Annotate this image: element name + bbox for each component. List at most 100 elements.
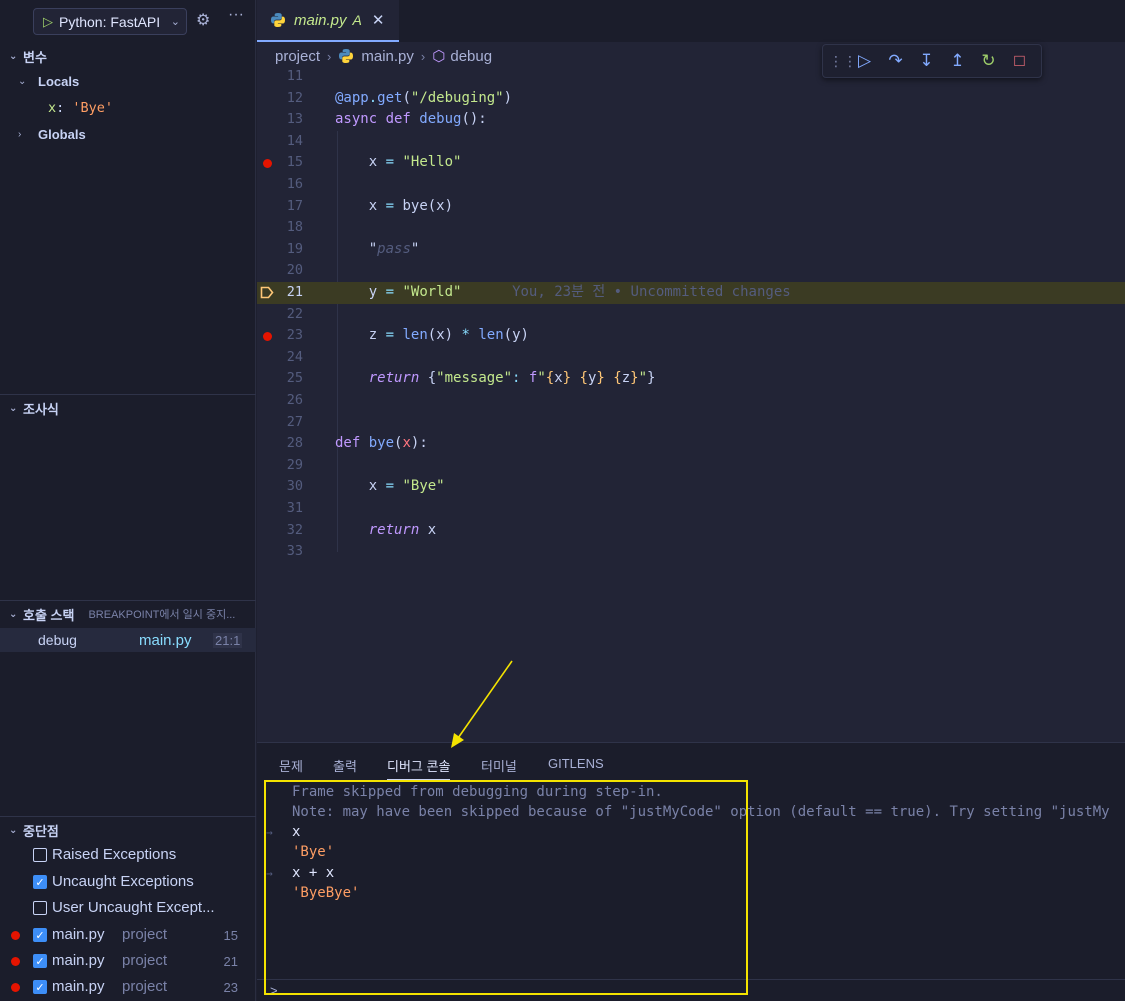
python-icon <box>271 13 285 27</box>
tab-gitlens[interactable]: GITLENS <box>548 756 604 771</box>
watch-header[interactable]: ⌄ 조사식 <box>0 396 256 420</box>
close-icon[interactable]: ✕ <box>372 11 385 29</box>
code-line[interactable]: 13 async def debug(): <box>257 109 1125 131</box>
checkbox-unchecked[interactable] <box>33 901 47 915</box>
call-stack-frame[interactable]: debug main.py 21:1 <box>0 628 256 652</box>
code-line[interactable]: 28 def bye(x): <box>257 433 1125 455</box>
breakpoint-item[interactable]: ✓ main.py project 15 <box>0 922 256 948</box>
tab-terminal[interactable]: 터미널 <box>481 756 517 775</box>
checkbox-checked[interactable]: ✓ <box>33 928 47 942</box>
code-line[interactable]: 25 return {"message": f"{x} {y} {z}"} <box>257 368 1125 390</box>
code-text: x = "Hello" <box>368 154 462 171</box>
breakpoints-title: 중단점 <box>23 823 59 839</box>
tab-output[interactable]: 출력 <box>333 756 357 775</box>
code-line[interactable]: 22 <box>257 304 1125 326</box>
code-line[interactable]: 14 <box>257 131 1125 153</box>
code-line[interactable]: 18 <box>257 217 1125 239</box>
line-number: 12 <box>286 89 303 106</box>
chevron-down-icon: ⌄ <box>9 608 18 620</box>
chevron-down-icon: ⌄ <box>9 50 18 62</box>
breakpoint-project: project <box>122 952 168 969</box>
code-line[interactable]: 20 <box>257 260 1125 282</box>
line-number: 14 <box>286 132 303 149</box>
call-stack-status: BREAKPOINT에서 일시 중지... <box>88 609 236 621</box>
chevron-down-icon: ⌄ <box>9 824 18 836</box>
locals-scope[interactable]: ⌄ Locals <box>18 70 79 92</box>
chevron-right-icon: › <box>18 128 22 140</box>
breakpoint-item[interactable]: ✓ main.py project 21 <box>0 948 256 974</box>
editor-tabbar: main.py A ✕ <box>257 0 1125 42</box>
code-text: x = "Bye" <box>368 478 445 495</box>
chevron-down-icon[interactable]: ⌄ <box>171 15 180 28</box>
checkbox-checked[interactable]: ✓ <box>33 875 47 889</box>
tab-debug-console[interactable]: 디버그 콘솔 <box>387 756 451 780</box>
variables-header[interactable]: ⌄ 변수 <box>0 44 256 68</box>
code-line[interactable]: 23 z = len(x) * len(y) <box>257 325 1125 347</box>
breadcrumb: project › main.py › ⬡ debug <box>275 46 492 66</box>
exception-raised[interactable]: Raised Exceptions <box>0 842 256 868</box>
gear-icon[interactable]: ⚙ <box>196 10 210 30</box>
code-line[interactable]: 12 @app.get("/debuging") <box>257 88 1125 110</box>
breakpoint-project: project <box>122 978 168 995</box>
exception-uncaught[interactable]: ✓ Uncaught Exceptions <box>0 869 256 895</box>
editor-tab[interactable]: main.py A ✕ <box>257 0 399 42</box>
current-line[interactable]: 21 y = "World" You, 23분 전 • Uncommitted … <box>257 282 1125 304</box>
tab-git-status: A <box>352 12 362 28</box>
breakpoint-file: main.py <box>52 926 105 943</box>
checkbox-checked[interactable]: ✓ <box>33 954 47 968</box>
line-number: 20 <box>286 262 303 279</box>
breakpoint-dot-icon <box>11 983 20 992</box>
python-icon <box>339 49 354 63</box>
breadcrumb-folder[interactable]: project <box>275 48 320 65</box>
code-line[interactable]: 27 <box>257 412 1125 434</box>
code-line[interactable]: 16 <box>257 174 1125 196</box>
globals-label: Globals <box>38 126 86 142</box>
breakpoint-dot-icon <box>11 957 20 966</box>
exception-label: Uncaught Exceptions <box>52 873 194 890</box>
chevron-down-icon: ⌄ <box>9 402 18 414</box>
more-icon[interactable]: ··· <box>228 6 244 24</box>
code-text: @app.get("/debuging") <box>335 89 513 106</box>
exception-user-uncaught[interactable]: User Uncaught Except... <box>0 895 256 921</box>
code-text: "pass" <box>368 240 420 257</box>
line-number: 32 <box>286 521 303 538</box>
code-line[interactable]: 33 <box>257 541 1125 563</box>
code-line[interactable]: 29 <box>257 455 1125 477</box>
breadcrumb-file[interactable]: main.py <box>361 48 414 65</box>
code-text: def bye(x): <box>335 435 428 452</box>
code-line[interactable]: 19 "pass" <box>257 239 1125 261</box>
checkbox-checked[interactable]: ✓ <box>33 980 47 994</box>
launch-config-select[interactable]: ▷ Python: FastAPI ⌄ <box>33 8 187 35</box>
line-number: 17 <box>286 197 303 214</box>
line-number: 33 <box>286 543 303 560</box>
divider <box>0 394 256 395</box>
watch-title: 조사식 <box>23 401 59 417</box>
code-line[interactable]: 17 x = bye(x) <box>257 196 1125 218</box>
frame-name: debug <box>38 632 77 648</box>
variables-title: 변수 <box>23 49 47 65</box>
breakpoints-header[interactable]: ⌄ 중단점 <box>0 818 256 842</box>
play-icon[interactable]: ▷ <box>37 14 59 30</box>
code-line[interactable]: 24 <box>257 347 1125 369</box>
line-number: 24 <box>286 348 303 365</box>
code-line[interactable]: 11 <box>257 66 1125 88</box>
code-line[interactable]: 32 return x <box>257 520 1125 542</box>
call-stack-header[interactable]: ⌄ 호출 스택 BREAKPOINT에서 일시 중지... <box>0 602 256 626</box>
locals-label: Locals <box>38 73 80 89</box>
variable-row[interactable]: x : 'Bye' <box>48 97 113 119</box>
breakpoint-item[interactable]: ✓ main.py project 23 <box>0 974 256 1000</box>
line-number: 21 <box>286 284 303 300</box>
line-number: 13 <box>286 111 303 128</box>
code-line[interactable]: 15 x = "Hello" <box>257 152 1125 174</box>
checkbox-unchecked[interactable] <box>33 848 47 862</box>
code-line[interactable]: 30 x = "Bye" <box>257 476 1125 498</box>
code-line[interactable]: 31 <box>257 498 1125 520</box>
breadcrumb-symbol[interactable]: debug <box>450 48 492 65</box>
chevron-right-icon: › <box>327 48 332 64</box>
globals-scope[interactable]: › Globals <box>18 123 86 145</box>
tab-problems[interactable]: 문제 <box>279 756 303 775</box>
code-line[interactable]: 26 <box>257 390 1125 412</box>
breakpoint-project: project <box>122 926 168 943</box>
code-text: return {"message": f"{x} {y} {z}"} <box>368 370 656 387</box>
frame-file: main.py <box>139 632 192 649</box>
